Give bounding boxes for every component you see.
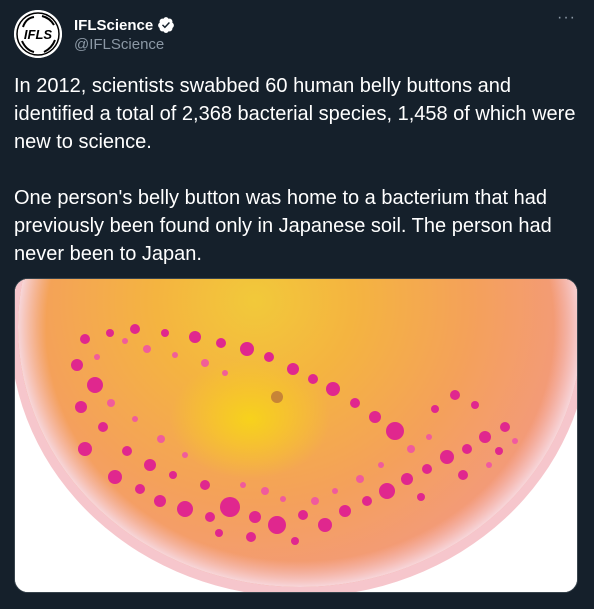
tweet-text: In 2012, scientists swabbed 60 human bel… [14,72,584,268]
tweet-paragraph-1: In 2012, scientists swabbed 60 human bel… [14,75,576,153]
author-block: IFLScience @IFLScience [74,15,175,53]
tweet-card: IFLS IFLScience @IFLScience ··· In 2012,… [0,0,594,609]
display-name[interactable]: IFLScience [74,17,153,34]
more-options-icon[interactable]: ··· [557,10,576,26]
handle[interactable]: @IFLScience [74,36,175,53]
verified-badge-icon [157,16,175,34]
petri-dish-bacteria-photo [15,279,577,592]
avatar[interactable]: IFLS [14,10,62,58]
iflscience-logo-icon: IFLS [14,10,62,58]
tweet-media[interactable] [14,278,578,593]
name-row: IFLScience [74,15,175,35]
avatar-text: IFLS [24,27,52,42]
tweet-paragraph-2: One person's belly button was home to a … [14,187,552,265]
tweet-header: IFLS IFLScience @IFLScience [14,10,175,58]
